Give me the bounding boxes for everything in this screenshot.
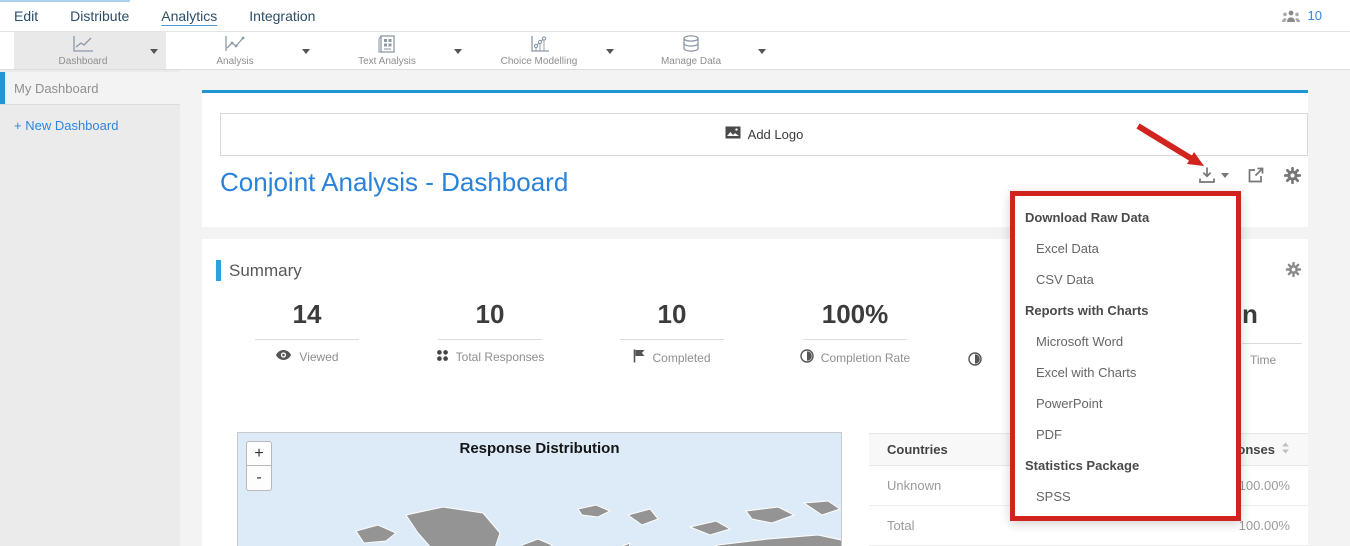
add-logo-button[interactable]: Add Logo (220, 113, 1308, 156)
stat-divider (438, 339, 542, 340)
stat-divider (803, 339, 907, 340)
caret-down-icon (454, 49, 462, 54)
hidden-stat-label-fragment: Time (1250, 353, 1276, 367)
map-title: Response Distribution (238, 440, 841, 457)
nav-item-integration[interactable]: Integration (249, 8, 315, 24)
summary-accent-bar (216, 260, 221, 281)
toolbar-item-text-analysis[interactable]: Text Analysis (318, 32, 470, 69)
stat-value: 14 (227, 299, 387, 330)
toolbar-item-label: Dashboard (14, 56, 152, 67)
menu-item-pdf[interactable]: PDF (1015, 419, 1236, 450)
toolbar-item-label: Manage Data (622, 56, 760, 67)
analysis-chart-icon (166, 34, 304, 54)
toolbar-item-analysis[interactable]: Analysis (166, 32, 318, 69)
top-nav-bar: Edit Distribute Analytics Integration 10 (0, 0, 1350, 32)
sort-arrows-icon (1281, 442, 1290, 457)
countries-column-header: Countries (887, 442, 948, 457)
dots-grid-icon (436, 349, 449, 365)
sidebar-item-label: My Dashboard (14, 81, 99, 96)
stat-label-row: Total Responses (410, 349, 570, 365)
toolbar-item-label: Analysis (166, 56, 304, 67)
menu-item-spss[interactable]: SPSS (1015, 481, 1236, 512)
download-dropdown-menu: Download Raw Data Excel Data CSV Data Re… (1010, 191, 1241, 521)
stat-value: 100% (775, 299, 935, 330)
stat-viewed: 14 Viewed (227, 299, 387, 364)
image-icon (725, 126, 741, 144)
map-zoom-in-button[interactable]: + (246, 441, 272, 466)
sidebar-item-my-dashboard[interactable]: My Dashboard (0, 72, 180, 105)
caret-down-icon (1221, 173, 1229, 178)
dashboard-sidebar: My Dashboard + New Dashboard (0, 70, 180, 546)
response-distribution-map: Response Distribution + - (237, 432, 842, 546)
analytics-toolbar: Dashboard Analysis (0, 32, 1350, 70)
stat-label: Completion Rate (821, 351, 910, 365)
stat-completion-rate: 100% Completion Rate (775, 299, 935, 366)
country-cell: Unknown (887, 478, 941, 493)
summary-header: Summary (216, 260, 302, 281)
toolbar-item-manage-data[interactable]: Manage Data (622, 32, 774, 69)
menu-item-microsoft-word[interactable]: Microsoft Word (1015, 326, 1236, 357)
stat-value: 10 (410, 299, 570, 330)
stat-value: 10 (592, 299, 752, 330)
caret-down-icon (150, 49, 158, 54)
add-logo-label: Add Logo (748, 127, 804, 142)
menu-item-excel-with-charts[interactable]: Excel with Charts (1015, 357, 1236, 388)
scatter-chart-icon (470, 34, 608, 54)
share-button[interactable] (1246, 165, 1266, 185)
toolbar-item-dashboard[interactable]: Dashboard (14, 32, 166, 69)
map-zoom-controls: + - (246, 441, 272, 491)
new-dashboard-link[interactable]: + New Dashboard (14, 118, 118, 133)
caret-down-icon (758, 49, 766, 54)
half-circle-icon (800, 349, 814, 366)
flag-icon (633, 349, 645, 366)
stat-total-responses: 10 Total Responses (410, 299, 570, 365)
half-circle-icon (968, 352, 982, 371)
users-icon[interactable] (1281, 9, 1301, 23)
nav-right: 10 (1281, 0, 1322, 31)
nav-items: Edit Distribute Analytics Integration (14, 0, 315, 31)
settings-gear-icon[interactable] (1283, 166, 1302, 185)
menu-section-header: Statistics Package (1015, 450, 1236, 481)
users-count[interactable]: 10 (1308, 8, 1322, 23)
stat-divider (620, 339, 724, 340)
download-button[interactable] (1197, 165, 1229, 185)
stat-completed: 10 Completed (592, 299, 752, 366)
app-screen: Edit Distribute Analytics Integration 10 (0, 0, 1350, 546)
stat-label-row: Completion Rate (775, 349, 935, 366)
nav-item-distribute[interactable]: Distribute (70, 8, 129, 24)
nav-item-edit[interactable]: Edit (14, 8, 38, 24)
toolbar-item-choice-modelling[interactable]: Choice Modelling (470, 32, 622, 69)
nav-item-analytics[interactable]: Analytics (161, 8, 217, 24)
header-actions (1197, 165, 1302, 185)
eye-icon (275, 349, 292, 364)
menu-item-csv-data[interactable]: CSV Data (1015, 264, 1236, 295)
menu-section-header: Download Raw Data (1015, 202, 1236, 233)
hidden-stat-divider-fragment (1242, 343, 1302, 344)
stat-label: Total Responses (456, 350, 545, 364)
line-chart-icon (14, 34, 152, 54)
stat-label-row: Viewed (227, 349, 387, 364)
stat-divider (255, 339, 359, 340)
summary-title: Summary (229, 261, 302, 281)
caret-down-icon (302, 49, 310, 54)
toolbar-item-label: Text Analysis (318, 56, 456, 67)
hidden-stat-value-fragment: n (1242, 299, 1258, 330)
world-map-land (238, 485, 841, 546)
responses-cell: 100.00% (1239, 478, 1290, 493)
stat-label-row: Completed (592, 349, 752, 366)
stat-label: Viewed (299, 350, 338, 364)
toolbar-item-label: Choice Modelling (470, 56, 608, 67)
menu-item-excel-data[interactable]: Excel Data (1015, 233, 1236, 264)
menu-section-header: Reports with Charts (1015, 295, 1236, 326)
responses-cell: 100.00% (1239, 518, 1290, 533)
page-title: Conjoint Analysis - Dashboard (220, 167, 568, 198)
summary-settings-gear-icon[interactable] (1285, 261, 1302, 278)
stat-label: Completed (652, 351, 710, 365)
caret-down-icon (606, 49, 614, 54)
selected-indicator-bar (0, 72, 5, 104)
country-cell: Total (887, 518, 914, 533)
text-document-icon (318, 34, 456, 54)
menu-item-powerpoint[interactable]: PowerPoint (1015, 388, 1236, 419)
database-icon (622, 34, 760, 54)
